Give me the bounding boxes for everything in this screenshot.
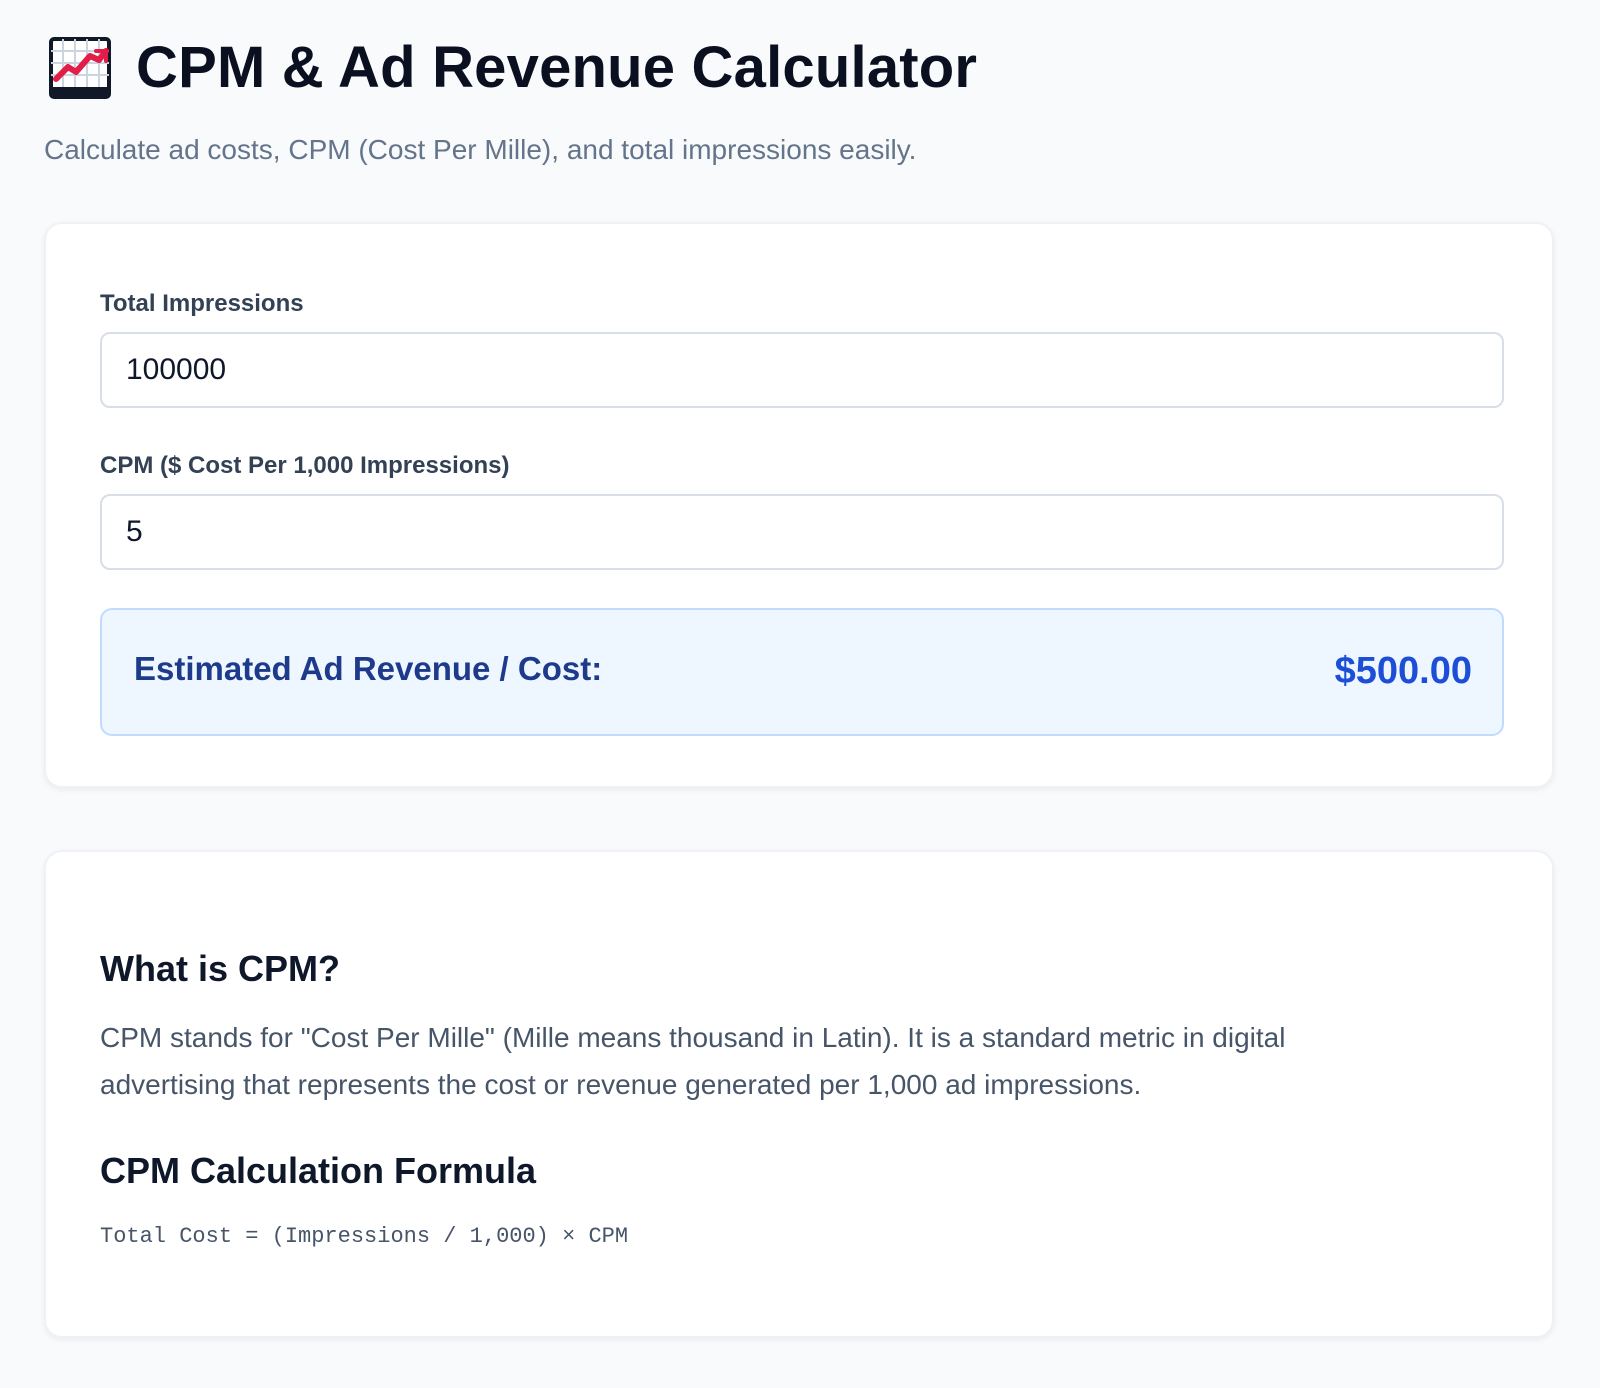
page-header: CPM & Ad Revenue Calculator — [48, 36, 977, 100]
page-subtitle: Calculate ad costs, CPM (Cost Per Mille)… — [44, 134, 917, 165]
impressions-input[interactable] — [100, 332, 1504, 408]
result-label: Estimated Ad Revenue / Cost: — [134, 650, 603, 687]
impressions-label: Total Impressions — [100, 290, 304, 317]
what-is-cpm-heading: What is CPM? — [100, 948, 340, 989]
result-panel: Estimated Ad Revenue / Cost: $500.00 — [100, 608, 1504, 736]
page-title: CPM & Ad Revenue Calculator — [136, 35, 978, 100]
cpm-formula: Total Cost = (Impressions / 1,000) × CPM — [100, 1224, 629, 1249]
estimated-revenue-value: $500.00 — [1334, 650, 1472, 692]
calculator-card: Total Impressions CPM ($ Cost Per 1,000 … — [44, 222, 1554, 788]
cpm-description: CPM stands for "Cost Per Mille" (Mille m… — [100, 1022, 1286, 1100]
cpm-input[interactable] — [100, 494, 1504, 570]
chart-increasing-icon — [49, 37, 111, 99]
cpm-label: CPM ($ Cost Per 1,000 Impressions) — [100, 452, 510, 479]
formula-heading: CPM Calculation Formula — [100, 1150, 537, 1191]
cpm-info-card: What is CPM? CPM stands for "Cost Per Mi… — [44, 850, 1554, 1338]
